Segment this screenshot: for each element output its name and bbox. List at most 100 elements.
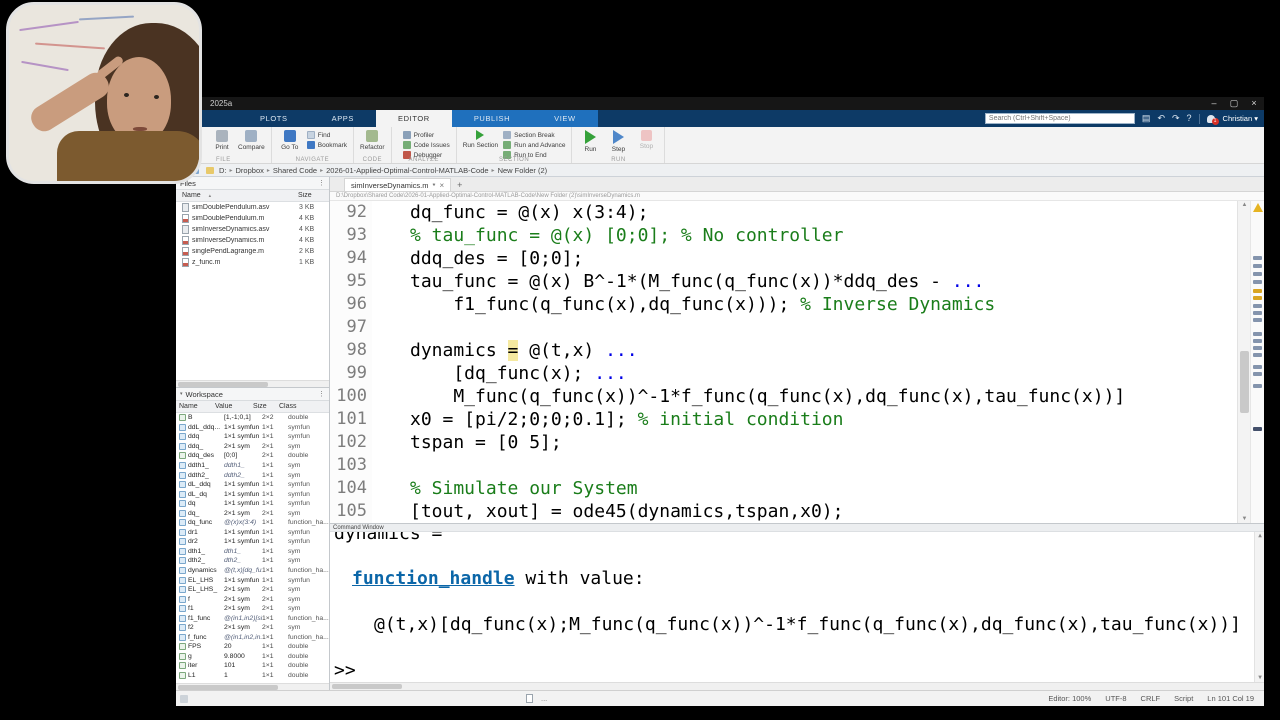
workspace-col-class[interactable]: Class xyxy=(276,403,329,410)
workspace-row[interactable]: ddq_des [0;0] 2×1 double xyxy=(176,451,329,461)
ribbon-tab-apps[interactable]: APPS xyxy=(310,110,376,127)
analyzer-mark[interactable] xyxy=(1253,365,1262,369)
collapse-icon[interactable]: ▾ xyxy=(180,391,183,397)
files-menu-icon[interactable]: ⋮ xyxy=(318,179,325,187)
notifications-icon[interactable]: 1 xyxy=(1206,114,1219,125)
workspace-row[interactable]: dth1_ dth1_ 1×1 sym xyxy=(176,547,329,557)
command-window-hscrollbar[interactable] xyxy=(330,682,1264,690)
workspace-row[interactable]: ddth1_ ddth1_ 1×1 sym xyxy=(176,461,329,471)
ribbon-tab-editor[interactable]: EDITOR xyxy=(376,110,452,127)
workspace-row[interactable]: L1 1 1×1 double xyxy=(176,671,329,681)
find-button[interactable]: Find xyxy=(306,131,347,139)
code-line[interactable]: 103 xyxy=(330,454,1234,477)
analyzer-mark[interactable] xyxy=(1253,289,1262,293)
workspace-row[interactable]: ddL_ddq... 1×1 symfun 1×1 symfun xyxy=(176,423,329,433)
code-line[interactable]: 97 xyxy=(330,316,1234,339)
workspace-row[interactable]: f_func @(in1,in2,in... 1×1 function_ha... xyxy=(176,633,329,643)
workspace-row[interactable]: dynamics @(t,x)[dq_fu...1×1 function_ha... xyxy=(176,566,329,576)
analyzer-mark[interactable] xyxy=(1253,353,1262,357)
analyzer-mark[interactable] xyxy=(1253,256,1262,260)
breadcrumb-item[interactable]: D: xyxy=(219,166,227,175)
run-button[interactable]: Run xyxy=(578,129,602,153)
analyzer-mark[interactable] xyxy=(1253,318,1262,322)
profiler-button[interactable]: Profiler xyxy=(402,131,450,139)
ribbon-tab-publish[interactable]: PUBLISH xyxy=(451,110,533,127)
status-eol[interactable]: CRLF xyxy=(1141,694,1161,703)
analyzer-mark[interactable] xyxy=(1253,427,1262,431)
code-editor[interactable]: 92 dq_func = @(x) x(3:4); 93% tau_func = @… xyxy=(330,201,1264,523)
code-line[interactable]: 92 dq_func = @(x) x(3:4); xyxy=(330,201,1234,224)
file-row[interactable]: z_func.m 1 KB xyxy=(176,257,329,268)
workspace-row[interactable]: iter 101 1×1 double xyxy=(176,661,329,671)
file-row[interactable]: simDoublePendulum.m 4 KB xyxy=(176,213,329,224)
redo-icon[interactable]: ↷ xyxy=(1172,114,1180,123)
workspace-row[interactable]: dL_dq 1×1 symfun 1×1 symfun xyxy=(176,489,329,499)
workspace-row[interactable]: dL_ddq 1×1 symfun 1×1 symfun xyxy=(176,480,329,490)
files-col-name[interactable]: Name ▴ xyxy=(176,192,295,199)
analyzer-mark[interactable] xyxy=(1253,372,1262,376)
analyzer-mark[interactable] xyxy=(1253,296,1262,300)
workspace-row[interactable]: ddq_ 2×1 sym 2×1 sym xyxy=(176,442,329,452)
workspace-row[interactable]: FPS 20 1×1 double xyxy=(176,642,329,652)
analyzer-mark[interactable] xyxy=(1253,346,1262,350)
workspace-hscrollbar[interactable] xyxy=(176,683,329,690)
code-line[interactable]: 104% Simulate our System xyxy=(330,477,1234,500)
minimize-button[interactable]: – xyxy=(1204,97,1224,110)
analyzer-mark[interactable] xyxy=(1253,264,1262,268)
workspace-row[interactable]: f1_func @(in1,in2)[si...1×1 function_ha... xyxy=(176,613,329,623)
undo-icon[interactable]: ↶ xyxy=(1157,114,1165,123)
files-col-size[interactable]: Size xyxy=(295,192,329,199)
file-row[interactable]: simInverseDynamics.m 4 KB xyxy=(176,235,329,246)
save-quick-icon[interactable]: ▤ xyxy=(1142,114,1151,123)
section-break-button[interactable]: Section Break xyxy=(503,131,565,139)
maximize-button[interactable]: ▢ xyxy=(1224,97,1244,110)
run-section-button[interactable]: Run Section xyxy=(463,129,498,149)
folder-icon[interactable] xyxy=(206,166,214,174)
code-line[interactable]: 93% tau_func = @(x) [0;0]; % No controll… xyxy=(330,224,1234,247)
bookmark-button[interactable]: Bookmark xyxy=(306,141,347,149)
workspace-col-value[interactable]: Value xyxy=(212,403,250,410)
workspace-row[interactable]: dq_ 2×1 sym 2×1 sym xyxy=(176,508,329,518)
workspace-row[interactable]: dth2_ dth2_ 1×1 sym xyxy=(176,556,329,566)
code-analyzer-strip[interactable] xyxy=(1250,201,1264,523)
editor-vscrollbar[interactable]: ▲ ▼ xyxy=(1237,201,1250,523)
function-handle-link[interactable]: function_handle xyxy=(352,568,515,589)
user-menu[interactable]: Christian ▾ xyxy=(1223,114,1258,123)
workspace-row[interactable]: dq 1×1 symfun 1×1 symfun xyxy=(176,499,329,509)
workspace-row[interactable]: dr1 1×1 symfun 1×1 symfun xyxy=(176,528,329,538)
close-button[interactable]: × xyxy=(1244,97,1264,110)
file-row[interactable]: singlePendLagrange.m 2 KB xyxy=(176,246,329,257)
workspace-row[interactable]: ddq 1×1 symfun 1×1 symfun xyxy=(176,432,329,442)
files-hscrollbar[interactable] xyxy=(176,380,329,387)
run-and-advance-button[interactable]: Run and Advance xyxy=(503,141,565,149)
status-encoding[interactable]: UTF-8 xyxy=(1105,694,1126,703)
code-line[interactable]: 105 [tout, xout] = ode45(dynamics,tspan,x… xyxy=(330,500,1234,523)
workspace-col-name[interactable]: Name xyxy=(176,403,212,410)
workspace-col-size[interactable]: Size xyxy=(250,403,276,410)
workspace-row[interactable]: B [1,-1;0,1] 2×2 double xyxy=(176,413,329,423)
breadcrumb-item[interactable]: 2026-01-Applied-Optimal-Control-MATLAB-C… xyxy=(326,166,488,175)
file-row[interactable]: simInverseDynamics.asv 4 KB xyxy=(176,224,329,235)
file-row[interactable]: simDoublePendulum.asv 3 KB xyxy=(176,202,329,213)
code-line[interactable]: 99 [dq_func(x); ... xyxy=(330,362,1234,385)
analyzer-mark[interactable] xyxy=(1253,311,1262,315)
command-prompt[interactable]: >> xyxy=(334,660,356,681)
code-line[interactable]: 98 dynamics = @(t,x) ... xyxy=(330,339,1234,362)
search-input[interactable] xyxy=(984,113,1135,124)
workspace-row[interactable]: dq_func @(x)x(3:4) 1×1 function_ha... xyxy=(176,518,329,528)
code-issues-button[interactable]: Code Issues xyxy=(402,141,450,149)
workspace-menu-icon[interactable]: ⋮ xyxy=(318,390,325,398)
breadcrumb-item[interactable]: Shared Code xyxy=(273,166,317,175)
code-line[interactable]: 102 tspan = [0 5]; xyxy=(330,431,1234,454)
help-icon[interactable]: ? xyxy=(1187,114,1192,123)
workspace-row[interactable]: EL_LHS 1×1 symfun 1×1 symfun xyxy=(176,575,329,585)
code-line[interactable]: 100 M_func(q_func(x))^-1*f_func(q_func(x… xyxy=(330,385,1234,408)
code-line[interactable]: 95 tau_func = @(x) B^-1*(M_func(q_func(x)… xyxy=(330,270,1234,293)
command-window[interactable]: dynamics = function_handle with value: @… xyxy=(330,532,1264,682)
tab-close-icon[interactable]: × xyxy=(439,181,444,190)
ribbon-tab-view[interactable]: VIEW xyxy=(532,110,598,127)
analyzer-mark[interactable] xyxy=(1253,304,1262,308)
workspace-row[interactable]: EL_LHS_ 2×1 sym 2×1 sym xyxy=(176,585,329,595)
workspace-row[interactable]: g 9.8000 1×1 double xyxy=(176,652,329,662)
workspace-row[interactable]: dr2 1×1 symfun 1×1 symfun xyxy=(176,537,329,547)
